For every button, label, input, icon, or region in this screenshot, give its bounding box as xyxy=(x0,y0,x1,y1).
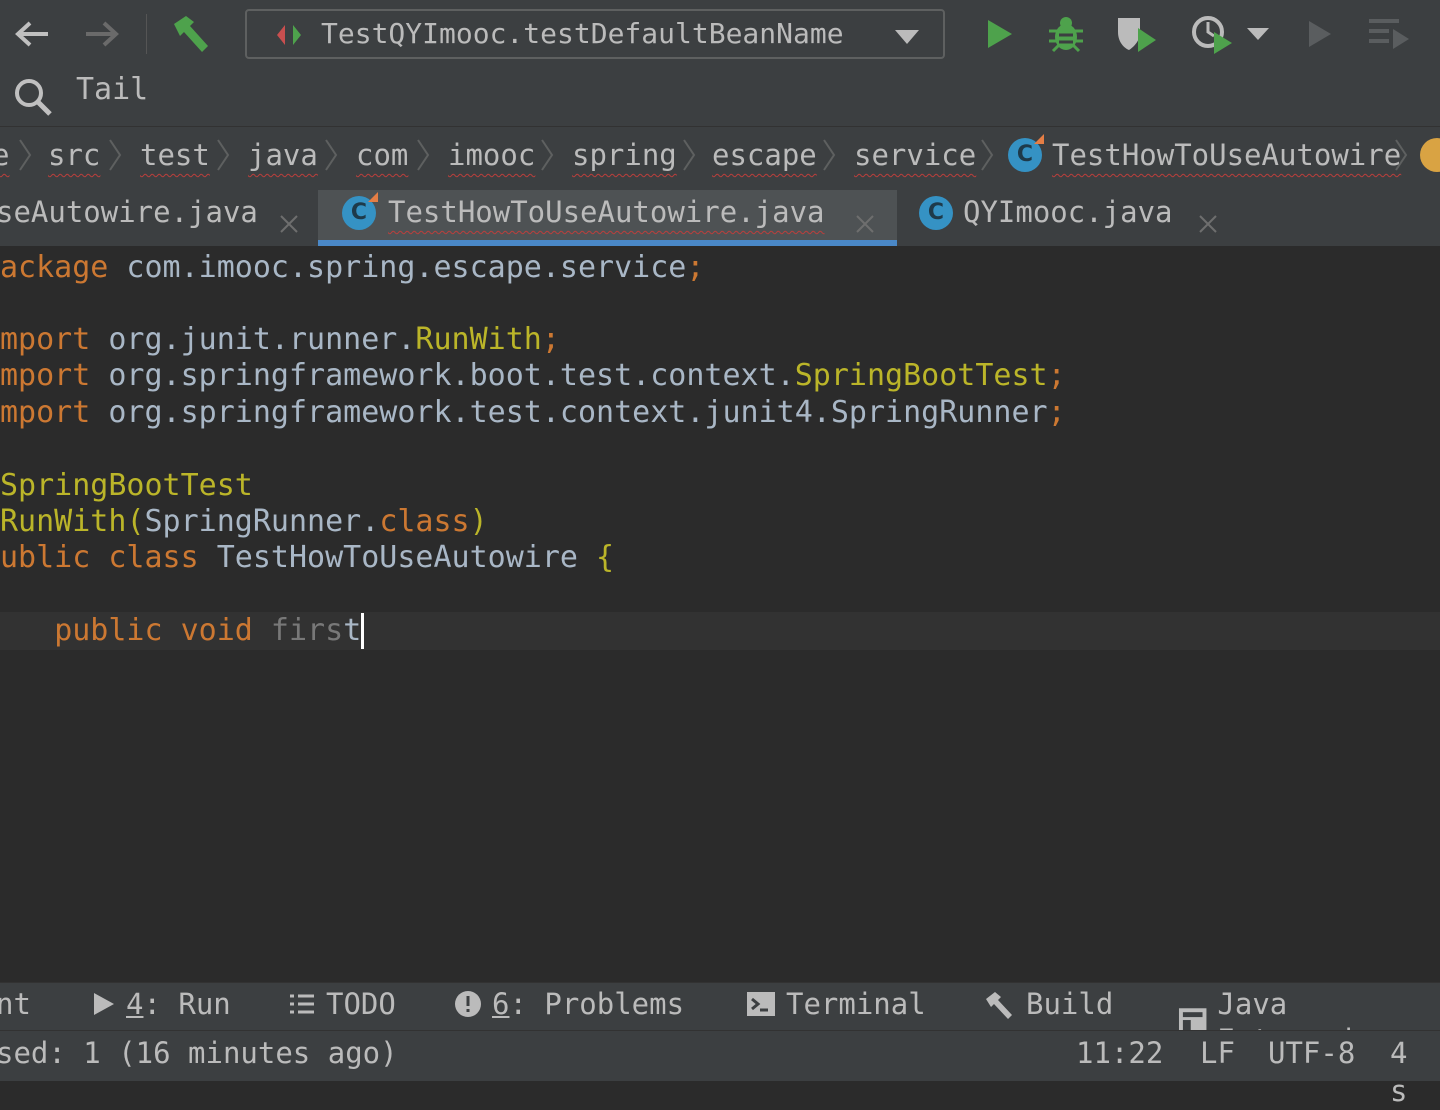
breadcrumb-item[interactable]: e xyxy=(0,136,9,174)
chevron-right-icon xyxy=(822,138,836,176)
search-bar xyxy=(0,68,1440,126)
coverage-list-icon[interactable] xyxy=(1364,14,1414,54)
main-toolbar: TestQYImooc.testDefaultBeanName xyxy=(0,0,1440,68)
chevron-right-icon xyxy=(416,138,430,176)
build-hammer-icon[interactable] xyxy=(166,14,216,54)
close-icon[interactable] xyxy=(278,203,300,247)
tool-window-build[interactable]: Build xyxy=(984,986,1113,1022)
class-icon: C xyxy=(1008,134,1044,172)
chevron-right-icon xyxy=(980,138,994,176)
chevron-right-icon xyxy=(18,138,32,176)
chevron-right-icon xyxy=(1394,138,1408,176)
terminal-icon xyxy=(747,992,775,1016)
tool-window-partial[interactable]: nt xyxy=(0,986,31,1022)
warning-circle-icon xyxy=(455,991,481,1017)
breadcrumb-item-src[interactable]: src xyxy=(48,136,100,174)
status-line-separator[interactable]: LF xyxy=(1200,1034,1235,1072)
breadcrumb-item-test[interactable]: test xyxy=(140,136,210,174)
run-play-icon[interactable] xyxy=(976,14,1020,54)
tool-window-todo[interactable]: TODO xyxy=(288,986,396,1022)
tab-label: seAutowire.java xyxy=(0,195,258,229)
chevron-right-icon xyxy=(324,138,338,176)
run-configuration-label: TestQYImooc.testDefaultBeanName xyxy=(321,17,844,50)
attach-run-icon[interactable] xyxy=(1298,14,1342,54)
chevron-right-icon xyxy=(540,138,554,176)
code-line-method: public void first xyxy=(0,613,365,649)
junit-config-icon xyxy=(275,23,307,51)
code-line-class-declaration: ublic class TestHowToUseAutowire { xyxy=(0,540,615,575)
tab-label: TestHowToUseAutowire.java xyxy=(388,195,825,229)
code-line-package: ackage com.imooc.spring.escape.service; xyxy=(0,250,705,285)
code-line-annotation-springboottest: SpringBootTest xyxy=(0,468,253,503)
profile-icon[interactable] xyxy=(1188,14,1238,54)
code-line-annotation-runwith: RunWith(SpringRunner.class) xyxy=(0,504,488,539)
breadcrumb-item-imooc[interactable]: imooc xyxy=(448,136,535,174)
breadcrumb-item-service[interactable]: service xyxy=(854,136,976,174)
code-line-import-springboottest: mport org.springframework.boot.test.cont… xyxy=(0,358,1066,393)
code-line-import-springrunner: mport org.springframework.test.context.j… xyxy=(0,395,1066,430)
tab-label: QYImooc.java xyxy=(963,195,1173,229)
tool-window-problems[interactable]: 6: Problems xyxy=(454,986,684,1022)
toolbar-separator xyxy=(146,14,147,54)
play-icon xyxy=(94,993,114,1015)
debug-bug-icon[interactable] xyxy=(1044,14,1088,54)
tool-window-run[interactable]: 4: Run xyxy=(92,986,231,1022)
status-encoding[interactable]: UTF-8 xyxy=(1268,1034,1355,1072)
class-icon: C xyxy=(342,192,378,230)
status-message[interactable]: sed: 1 (16 minutes ago) xyxy=(0,1034,398,1072)
chevron-right-icon xyxy=(216,138,230,176)
chevron-down-icon xyxy=(895,29,919,48)
breadcrumb-item-spring[interactable]: spring xyxy=(572,136,677,174)
breadcrumb-item-escape[interactable]: escape xyxy=(712,136,817,174)
status-caret-position[interactable]: 11:22 xyxy=(1076,1034,1163,1072)
search-icon[interactable] xyxy=(12,76,54,122)
breadcrumb-item-class[interactable]: TestHowToUseAutowire xyxy=(1052,136,1401,174)
tab-testhowtouseautowire[interactable]: C TestHowToUseAutowire.java xyxy=(318,190,897,246)
search-text[interactable]: Tail xyxy=(76,72,148,108)
close-icon[interactable] xyxy=(1197,203,1219,247)
code-line-import-runwith: mport org.junit.runner.RunWith; xyxy=(0,322,560,357)
back-arrow-icon[interactable] xyxy=(10,14,54,54)
chevron-down-icon[interactable] xyxy=(1244,14,1272,54)
breadcrumb-item-com[interactable]: com xyxy=(356,136,408,174)
chevron-right-icon xyxy=(682,138,696,176)
forward-arrow-icon[interactable] xyxy=(80,14,124,54)
tool-window-terminal[interactable]: Terminal xyxy=(746,986,926,1022)
run-with-coverage-icon[interactable] xyxy=(1112,14,1162,54)
breadcrumb-item-java[interactable]: java xyxy=(248,136,318,174)
list-icon xyxy=(290,994,314,1014)
run-configuration-selector[interactable]: TestQYImooc.testDefaultBeanName xyxy=(245,9,945,59)
tab-qyimooc[interactable]: C QYImooc.java xyxy=(897,190,1237,246)
text-caret xyxy=(361,613,365,649)
tab-seautowire[interactable]: seAutowire.java xyxy=(0,190,318,246)
chevron-right-icon xyxy=(108,138,122,176)
status-indent[interactable]: 4 s xyxy=(1390,1034,1440,1110)
hammer-icon xyxy=(986,992,1012,1019)
class-icon: C xyxy=(919,196,953,230)
